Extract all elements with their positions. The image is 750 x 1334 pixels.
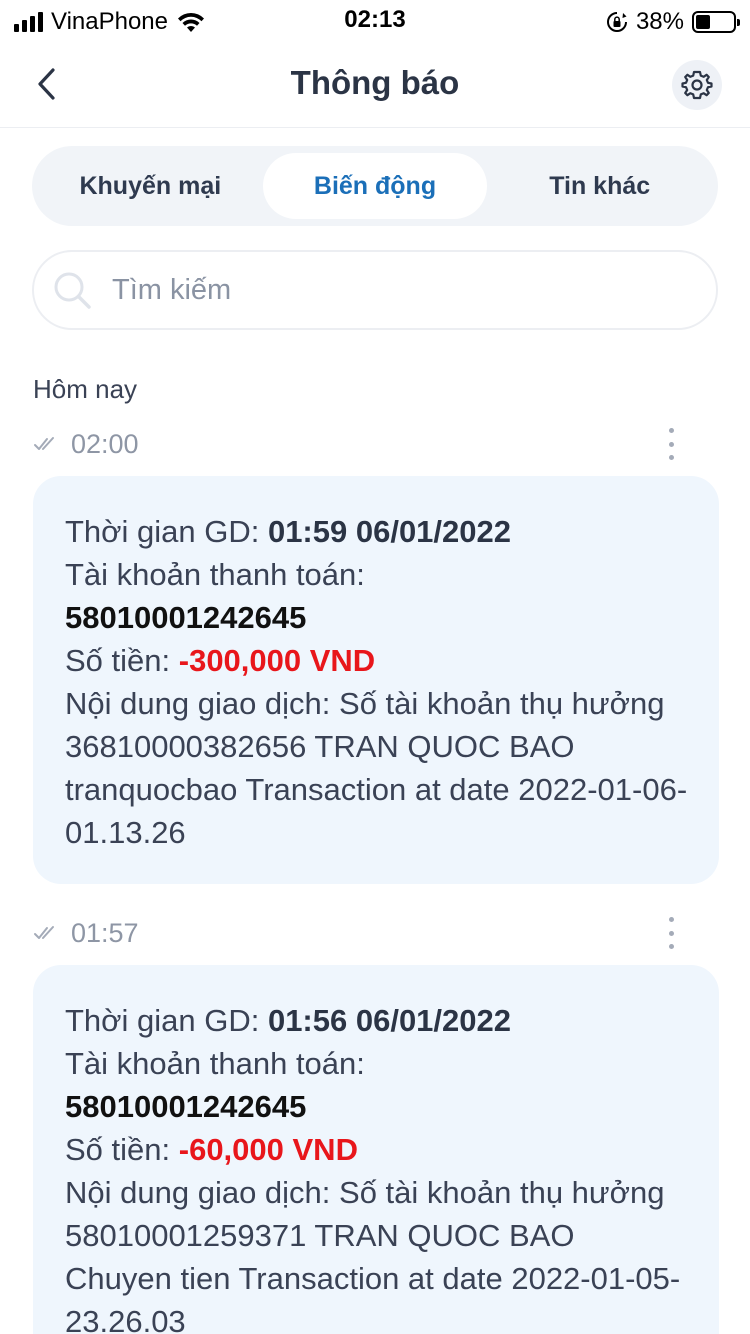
page-title: Thông báo: [290, 64, 460, 101]
double-check-icon: [34, 926, 54, 939]
notification-meta: 02:00: [33, 424, 719, 464]
notification-time: 01:57: [71, 917, 139, 948]
amount-value: -300,000 VND: [178, 643, 376, 678]
section-label-today: Hôm nay: [33, 374, 138, 404]
notification-time: 02:00: [71, 428, 139, 459]
battery-percent: 38%: [635, 8, 684, 35]
notification-tabs: Khuyến mại Biến động Tin khác: [32, 146, 718, 226]
amount-label: Số tiền:: [65, 643, 179, 678]
transaction-time-label: Thời gian GD:: [65, 514, 268, 549]
rotation-lock-icon: [606, 12, 627, 32]
transaction-card[interactable]: Thời gian GD: 01:59 06/01/2022 Tài khoản…: [33, 476, 719, 884]
double-check-icon: [34, 437, 54, 450]
gear-icon: [681, 70, 713, 100]
amount-line: Số tiền: -300,000 VND: [65, 639, 689, 682]
more-options-button[interactable]: [663, 917, 679, 949]
transaction-time-label: Thời gian GD:: [65, 1003, 268, 1038]
account-number: 58010001242645: [65, 600, 307, 635]
status-right: 38%: [606, 8, 740, 36]
transaction-time-line: Thời gian GD: 01:56 06/01/2022: [65, 999, 689, 1042]
search-icon: [54, 272, 91, 309]
account-label: Tài khoản thanh toán:: [65, 557, 365, 592]
transaction-content: Nội dung giao dịch: Số tài khoản thụ hưở…: [65, 686, 688, 850]
battery-icon: [692, 11, 740, 33]
notification-meta: 01:57: [33, 913, 719, 953]
status-bar: VinaPhone 02:13 38%: [0, 0, 750, 42]
transaction-time-line: Thời gian GD: 01:59 06/01/2022: [65, 510, 689, 553]
account-number: 58010001242645: [65, 1089, 307, 1124]
transaction-time-value: 01:56 06/01/2022: [267, 1003, 512, 1038]
transaction-card[interactable]: Thời gian GD: 01:56 06/01/2022 Tài khoản…: [33, 965, 719, 1334]
transaction-time-value: 01:59 06/01/2022: [267, 514, 512, 549]
settings-button[interactable]: [672, 60, 722, 110]
screen: VinaPhone 02:13 38% Thông báo Khuyến mại…: [0, 0, 750, 1334]
more-options-button[interactable]: [663, 428, 679, 460]
search-bar: [32, 250, 718, 330]
header: Thông báo: [0, 42, 750, 128]
amount-label: Số tiền:: [65, 1132, 179, 1167]
amount-line: Số tiền: -60,000 VND: [65, 1128, 689, 1171]
tab-other[interactable]: Tin khác: [487, 153, 712, 219]
search-input[interactable]: [112, 273, 672, 307]
transaction-content: Nội dung giao dịch: Số tài khoản thụ hưở…: [65, 1175, 681, 1334]
amount-value: -60,000 VND: [178, 1132, 358, 1167]
tab-transactions[interactable]: Biến động: [262, 153, 488, 219]
account-label: Tài khoản thanh toán:: [65, 1046, 365, 1081]
tab-promotions[interactable]: Khuyến mại: [38, 153, 263, 219]
